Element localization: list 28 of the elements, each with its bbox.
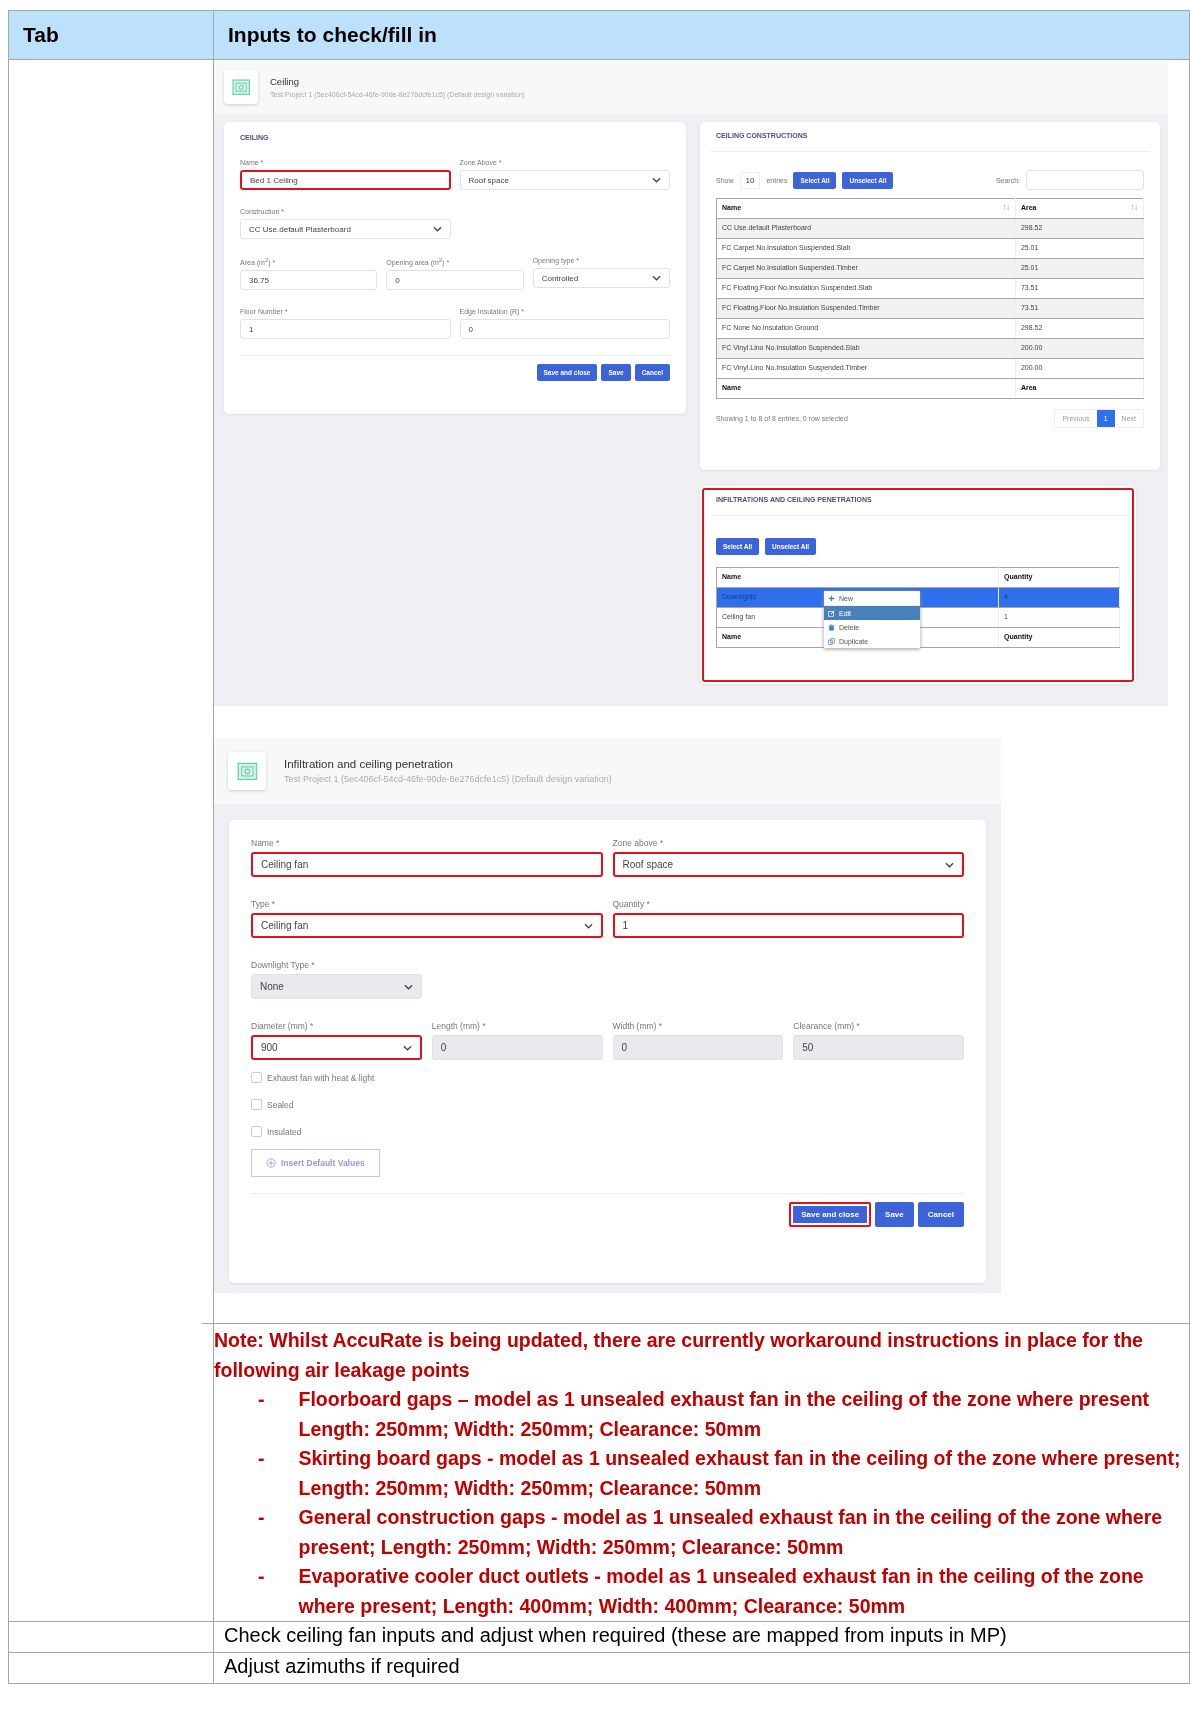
field-label: Width (mm) * [612,1021,664,1031]
column-header: Inputs to check/fill in [213,10,1190,60]
field-label: Diameter (mm) * [251,1021,315,1031]
bullet: - [258,1446,265,1471]
bullet: - [258,1564,265,1589]
checkbox-label: Sealed [267,1099,294,1110]
column-header: Tab [8,10,214,60]
note-heading: Note: Whilst AccuRate is being updated, there are currently workaround instructions in place for the following air leakage points [214,1328,1144,1383]
note-item: Skirting board gaps - model as 1 unsealed exhaust fan in the ceiling of the zone where present; Length: 250mm; Width: 250mm; Clearance: 50mm [298,1446,1182,1501]
page-subtitle: Test Project 1 (5ec406cf-54cd-46fe-90de-8e276dcfe1c5) (Default design variation) [284,774,612,784]
field-label: Downlight Type * [251,960,316,970]
table-cell-text: Check ceiling fan inputs and adjust when required (these are mapped from inputs in MP) [223,1623,1008,1648]
note-item: General construction gaps - model as 1 unsealed exhaust fan in the ceiling of the zone where present; Length: 250mm; Width: 250mm; Clearance: 50mm [298,1505,1164,1560]
note-item: Evaporative cooler duct outlets - model as 1 unsealed exhaust fan in the ceiling of the zone where present; Length: 400mm; Width: 400mm; Clearance: 50mm [298,1564,1145,1619]
field-label: Zone above * [612,838,665,848]
field-label: Clearance (mm) * [793,1021,861,1031]
page-title: Ceiling [270,76,301,87]
table-cell-text: Adjust azimuths if required [223,1654,461,1679]
field-label: Length (mm) * [431,1021,487,1031]
bullet: - [258,1505,265,1530]
page-title: Infiltration and ceiling penetration [284,758,454,770]
checkbox-label: Insulated [267,1126,302,1137]
note-item: Floorboard gaps – model as 1 unsealed exhaust fan in the ceiling of the zone where present Length: 250mm; Width: 250mm; Clearance: 50mm [298,1387,1151,1442]
field-label: Type * [251,899,277,909]
checkbox-label: Exhaust fan with heat & light [267,1072,375,1083]
field-label: Name * [251,838,281,848]
field-label: Quantity * [612,899,651,909]
bullet: - [258,1387,265,1412]
